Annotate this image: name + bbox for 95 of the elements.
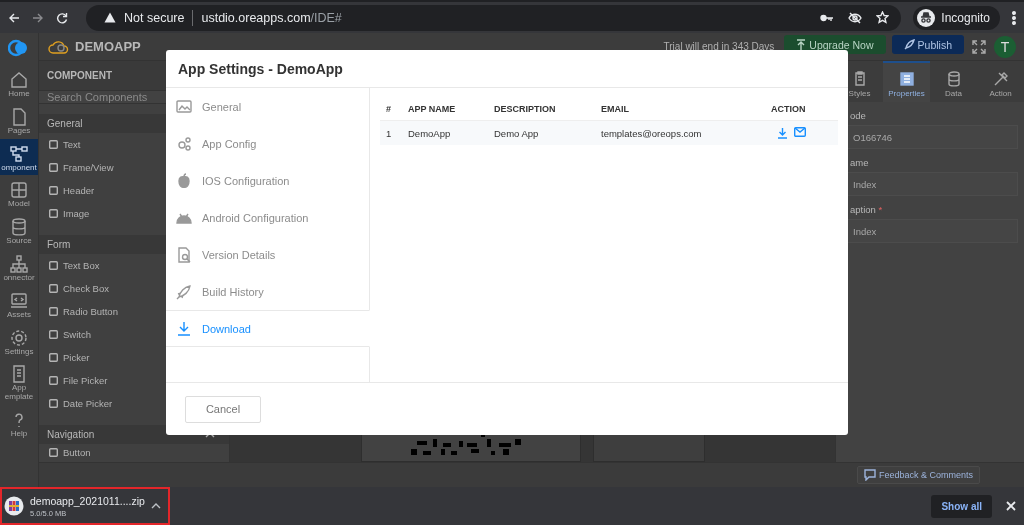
apple-icon	[176, 172, 192, 189]
mail-icon[interactable]	[794, 127, 806, 137]
column-header: APP NAME	[402, 100, 488, 121]
settings-nav-item[interactable]: Version Details	[166, 236, 370, 273]
text-field[interactable]: O166746	[846, 125, 1018, 149]
publish-button[interactable]: Publish	[891, 35, 964, 54]
dialog-title: App Settings - DemoApp	[166, 50, 848, 88]
settings-nav-item[interactable]: Download	[166, 310, 370, 347]
logo-icon	[8, 39, 30, 57]
component-icon	[49, 399, 58, 408]
table-cell: 1	[380, 120, 402, 145]
fullscreen-icon[interactable]	[972, 39, 986, 54]
close-icon[interactable]	[1006, 501, 1016, 511]
laptop-icon	[9, 290, 29, 311]
column-header: #	[380, 100, 402, 121]
upload-icon	[796, 38, 807, 51]
eye-off-icon[interactable]	[848, 11, 863, 24]
component-item[interactable]: Picker	[39, 346, 229, 369]
tools-icon	[992, 71, 1009, 87]
settings-nav-item[interactable]: App Config	[166, 125, 370, 162]
image-icon	[176, 98, 192, 115]
settings-nav-item[interactable]: Build History	[166, 273, 370, 310]
nodes-icon	[9, 143, 29, 164]
star-icon[interactable]	[876, 11, 890, 24]
component-icon	[49, 140, 58, 149]
rail-item[interactable]: Help	[0, 404, 38, 442]
settings-nav-item[interactable]: General	[166, 88, 370, 125]
chevron-up-icon[interactable]	[150, 503, 161, 509]
component-item[interactable]: File Picker	[39, 369, 229, 392]
database-icon	[9, 217, 29, 238]
rail-item[interactable]: Assets	[0, 285, 38, 323]
component-icon	[49, 261, 58, 270]
component-icon	[49, 284, 58, 293]
table-cell: Demo App	[488, 120, 595, 145]
address-bar[interactable]: Not secure ustdio.oreapps.com/IDE#	[86, 4, 902, 31]
rail-item[interactable]: Settings	[0, 322, 38, 360]
settings-nav-item[interactable]: IOS Configuration	[166, 162, 370, 199]
field-label: ode	[850, 110, 867, 121]
warning-icon	[104, 12, 116, 23]
hierarchy-icon	[9, 254, 29, 274]
url-text: ustdio.oreapps.com/IDE#	[201, 10, 342, 25]
component-icon	[49, 330, 58, 339]
reload-icon[interactable]	[56, 11, 68, 24]
component-icon	[49, 186, 58, 195]
text-field[interactable]: Index	[846, 172, 1018, 196]
table-cell: DemoApp	[402, 120, 488, 145]
component-icon	[49, 376, 58, 385]
app-name: DEMOAPP	[75, 39, 141, 54]
component-icon	[49, 353, 58, 362]
comment-icon	[863, 469, 876, 481]
rail-item[interactable]: Model	[0, 175, 38, 213]
column-header: ACTION	[765, 100, 838, 121]
properties-tab[interactable]: Action	[977, 61, 1024, 102]
component-icon	[49, 307, 58, 316]
gear-icon	[9, 327, 29, 348]
component-icon	[49, 209, 58, 218]
rail-item[interactable]: App emplate	[0, 359, 38, 405]
settings-nav-item[interactable]: Android Configuration	[166, 199, 370, 236]
feedback-button[interactable]: Feedback & Comments	[856, 466, 980, 484]
text-field[interactable]: Index	[846, 219, 1018, 243]
key-icon[interactable]	[820, 12, 835, 23]
column-header: DESCRIPTION	[488, 100, 595, 121]
security-label: Not secure	[124, 10, 185, 25]
trial-notice: Trial will end in 343 Days	[663, 41, 775, 52]
forward-icon[interactable]	[32, 11, 44, 24]
rail-item[interactable]: onnector	[0, 249, 38, 286]
field-label: ame	[850, 157, 870, 168]
download-icon[interactable]	[777, 127, 788, 139]
column-header: EMAIL	[595, 100, 765, 121]
list-icon	[898, 71, 915, 87]
component-icon	[49, 448, 58, 457]
back-icon[interactable]	[8, 11, 20, 24]
database-icon	[945, 71, 962, 87]
search-document-icon	[176, 246, 192, 263]
home-icon	[9, 70, 29, 90]
more-icon[interactable]	[1012, 10, 1016, 25]
rail-item[interactable]: omponent	[0, 138, 38, 176]
rail-item[interactable]: Home	[0, 65, 38, 102]
gears-icon	[176, 135, 192, 152]
component-item[interactable]: Button	[39, 444, 229, 462]
cancel-button[interactable]: Cancel	[185, 395, 261, 423]
table-cell: templates@oreops.com	[595, 120, 765, 145]
avatar[interactable]: T	[994, 35, 1016, 58]
show-all-button[interactable]: Show all	[931, 494, 992, 518]
archive-icon	[4, 496, 24, 516]
incognito-icon	[917, 8, 936, 27]
properties-tab[interactable]: Data	[930, 61, 977, 102]
rail-item[interactable]: Source	[0, 212, 38, 249]
field-label: aption *	[850, 204, 884, 215]
profile-chip[interactable]: Incognito	[913, 5, 1000, 30]
component-icon	[49, 163, 58, 172]
grid-icon	[9, 180, 29, 201]
rail-item[interactable]: Pages	[0, 101, 38, 139]
file-name: demoapp_2021011....zip	[30, 494, 145, 507]
download-icon	[176, 320, 192, 337]
